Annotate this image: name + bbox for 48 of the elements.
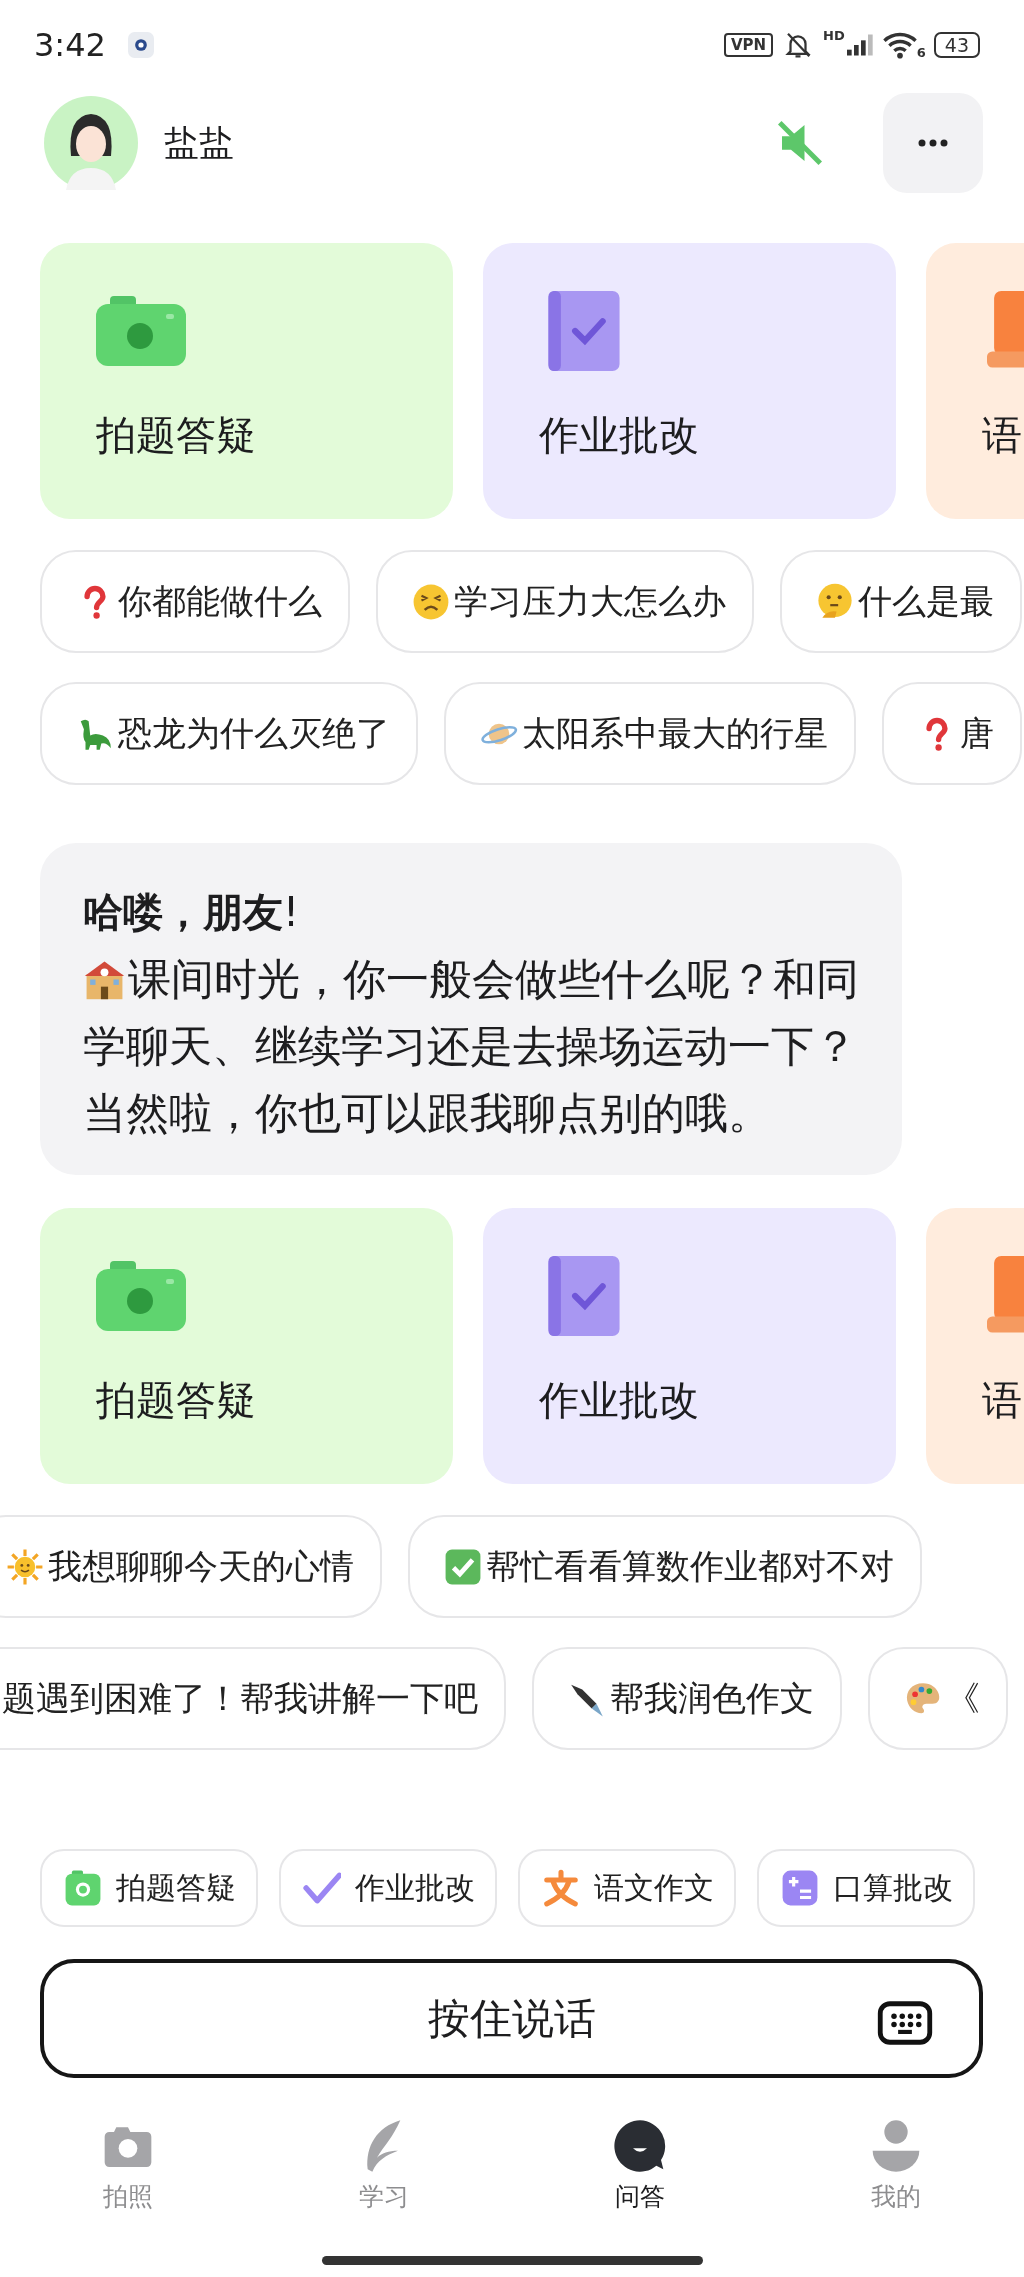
keyboard-icon[interactable] [877,2001,933,2045]
signal-icon [846,34,875,56]
suggestion-chip[interactable]: 帮我润色作文 [532,1647,842,1750]
suggestion-chip[interactable]: 什么是最 [780,550,1022,653]
suggestion-chip[interactable]: 帮忙看看算数作业都对不对 [408,1515,922,1618]
suggestion-chip[interactable]: 太阳系中最大的行星 [444,682,856,785]
suggestion-chip[interactable]: 你都能做什么 [40,550,350,653]
check-mark-icon [444,1547,482,1586]
feature-card[interactable]: 语 [926,1208,1024,1484]
feature-card[interactable]: 拍题答疑 [40,1208,453,1484]
check-mark-icon [303,1869,341,1907]
quick-action-chip[interactable]: 作业批改 [279,1849,497,1927]
tab-item[interactable]: 问答 [512,2118,768,2228]
tired-face-icon [412,582,450,621]
quick-action-chip[interactable]: 语文作文 [518,1849,736,1927]
battery-level: 43 [933,32,980,58]
more-button[interactable] [883,93,983,193]
wifi-generation: 6 [916,45,926,60]
writing-icon [542,1869,580,1907]
hold-to-talk-button[interactable]: 按住说话 [40,1959,983,2078]
suggestion-chip[interactable]: 《 [868,1647,1008,1750]
message-text: 学聊天、继续学习还是去操场运动一下？当然啦，你也可以跟我聊点别的哦。 [83,1020,858,1140]
suggestion-chip[interactable]: 唐 [882,682,1022,785]
thinking-face-icon [816,582,854,621]
quick-action-chip[interactable]: 口算批改 [757,1849,975,1927]
quick-action-chip[interactable]: 拍题答疑 [40,1849,258,1927]
feature-card[interactable]: 语 [926,243,1024,519]
app-notification-icon [127,32,154,58]
suggestion-chip[interactable]: 恐龙为什么灭绝了 [40,682,418,785]
vpn-indicator: VPN [723,33,774,57]
more-icon [918,139,948,147]
feature-card[interactable]: 作业批改 [483,1208,896,1484]
wifi-icon [882,30,917,60]
suggestion-chip[interactable]: 题遇到困难了！帮我讲解一下吧 [0,1647,506,1750]
camera-icon [64,1869,102,1907]
message-text: 课间时光，你一般会做些什么呢？和同 [128,953,859,1006]
character-name: 盐盐 [164,121,234,165]
avatar-icon[interactable] [44,96,138,190]
suggestion-chip[interactable]: 学习压力大怎么办 [376,550,754,653]
feature-card[interactable]: 作业批改 [483,243,896,519]
network-type: HD [823,28,845,43]
status-time: 3:42 [34,26,106,64]
feature-card[interactable]: 拍题答疑 [40,243,453,519]
message-title: 哈喽，朋友! [83,888,301,937]
sun-icon [6,1547,44,1586]
suggestion-chip[interactable]: 我想聊聊今天的心情 [0,1515,382,1618]
calculator-icon [781,1869,819,1907]
chat-bubble-icon [612,2118,668,2174]
